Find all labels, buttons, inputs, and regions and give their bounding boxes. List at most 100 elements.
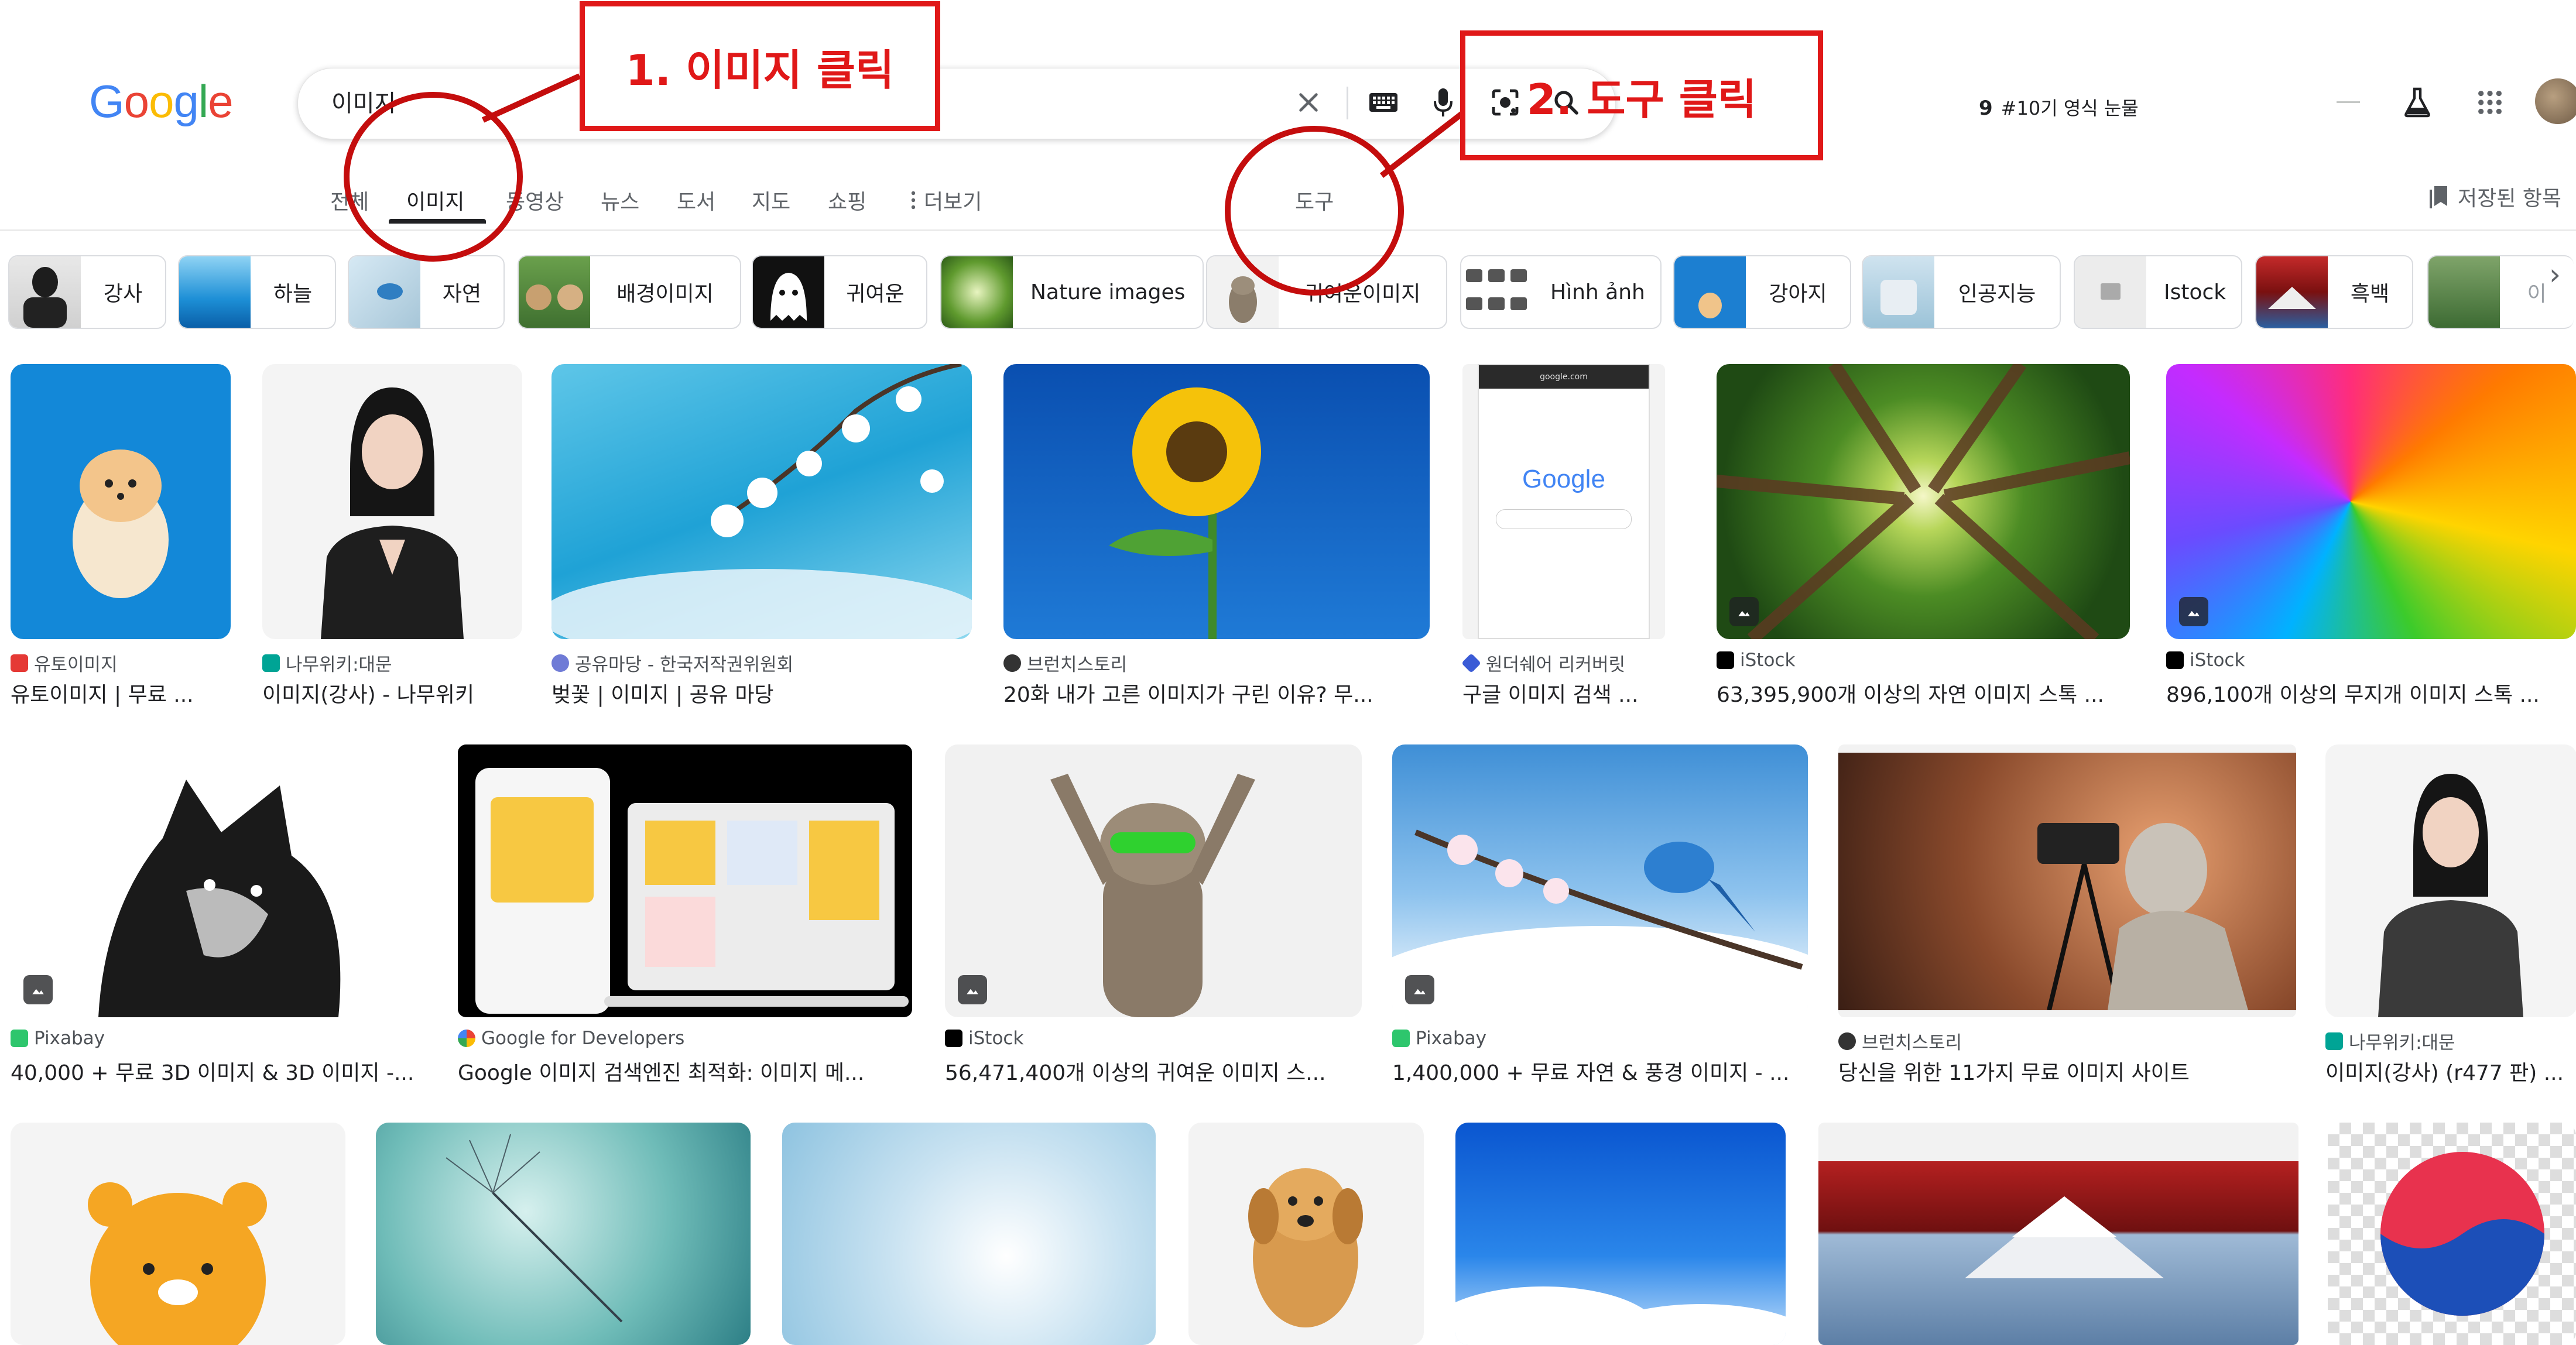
result-image[interactable]: [11, 744, 426, 1017]
result-image[interactable]: [1838, 744, 2296, 1017]
keyboard-icon[interactable]: [1357, 76, 1410, 129]
result-source[interactable]: 공유마당 - 한국저작권위원회: [551, 650, 793, 676]
chip-nature[interactable]: 자연: [348, 255, 505, 329]
result-image[interactable]: [1818, 1123, 2298, 1345]
result-title[interactable]: 구글 이미지 검색 ...: [1462, 678, 1665, 708]
google-logo[interactable]: Google: [89, 75, 234, 128]
tab-more[interactable]: 더보기: [911, 185, 982, 215]
source-favicon: [1392, 1030, 1410, 1047]
result-source[interactable]: 원더쉐어 리커버릿: [1461, 650, 1626, 676]
source-favicon: [1003, 654, 1021, 672]
image-badge-icon: [1405, 975, 1434, 1004]
tab-images[interactable]: 이미지: [406, 185, 464, 215]
result-image[interactable]: [458, 744, 912, 1017]
chip-thumb: [753, 256, 824, 328]
result-source[interactable]: iStock: [2166, 650, 2245, 671]
image-badge-icon: [1729, 597, 1759, 626]
result-source[interactable]: Pixabay: [1392, 1028, 1486, 1049]
close-icon[interactable]: [1282, 76, 1335, 129]
source-name: 유토이미지: [34, 654, 118, 675]
source-favicon: [2325, 1032, 2343, 1050]
chip-instructor[interactable]: 강사: [8, 255, 166, 329]
result-title[interactable]: 40,000 + 무료 3D 이미지 & 3D 이미지 -...: [11, 1056, 426, 1086]
apps-grid-icon[interactable]: [2469, 82, 2510, 123]
result-source[interactable]: 브런치스토리: [1838, 1028, 1962, 1054]
result-title[interactable]: 당신을 위한 11가지 무료 이미지 사이트: [1838, 1056, 2296, 1086]
result-source[interactable]: iStock: [945, 1028, 1023, 1049]
result-title[interactable]: 이미지(강사) (r477 판) ...: [2325, 1056, 2571, 1086]
result-image[interactable]: [2325, 744, 2576, 1017]
result-title[interactable]: 유토이미지 | 무료 ...: [11, 678, 231, 708]
result-source[interactable]: Google for Developers: [458, 1028, 684, 1049]
minimize-icon[interactable]: [2328, 82, 2369, 123]
result-image[interactable]: [551, 364, 972, 639]
tab-news[interactable]: 뉴스: [601, 185, 639, 215]
result-source[interactable]: 나무위키:대문: [262, 650, 392, 676]
tab-videos[interactable]: 동영상: [506, 185, 564, 215]
chevron-right-icon[interactable]: ›: [2549, 258, 2561, 291]
header-divider: [0, 229, 2576, 231]
annotation-step2-box: 2. 도구 클릭: [1460, 30, 1823, 160]
chip-label: 인공지능: [1958, 282, 2036, 306]
tools-button[interactable]: 도구: [1295, 185, 1334, 215]
result-source[interactable]: Pixabay: [11, 1028, 105, 1049]
chip-background[interactable]: 배경이미지: [518, 255, 741, 329]
tab-maps[interactable]: 지도: [752, 185, 790, 215]
result-image[interactable]: [1455, 1123, 1786, 1345]
result-image[interactable]: [2166, 364, 2576, 639]
source-favicon: [945, 1030, 962, 1047]
tab-books[interactable]: 도서: [677, 185, 715, 215]
result-image[interactable]: [1392, 744, 1808, 1017]
chip-label: Istock: [2164, 280, 2226, 304]
chip-cute-images[interactable]: 귀여운이미지: [1206, 255, 1447, 329]
result-image[interactable]: [262, 364, 522, 639]
result-image[interactable]: [2328, 1123, 2576, 1345]
result-title[interactable]: 20화 내가 고른 이미지가 구린 이유? 무...: [1003, 678, 1429, 708]
result-title[interactable]: 이미지(강사) - 나무위키: [262, 678, 520, 708]
chip-hinh-anh[interactable]: Hình ảnh: [1460, 255, 1662, 329]
result-title[interactable]: 1,400,000 + 무료 자연 & 풍경 이미지 - ...: [1392, 1056, 1808, 1086]
trending-promo[interactable]: 9 #10기 영식 눈물: [1979, 94, 2139, 121]
result-image[interactable]: [945, 744, 1362, 1017]
result-image[interactable]: [11, 1123, 345, 1345]
source-name: iStock: [968, 1028, 1024, 1049]
source-name: 브런치스토리: [1862, 1032, 1962, 1054]
source-favicon: [1461, 653, 1481, 673]
tab-shopping[interactable]: 쇼핑: [828, 185, 866, 215]
result-image[interactable]: [1003, 364, 1430, 639]
result-image[interactable]: google.com Google: [1462, 364, 1665, 639]
result-title[interactable]: 63,395,900개 이상의 자연 이미지 스톡 ...: [1717, 678, 2130, 708]
result-title[interactable]: 896,100개 이상의 무지개 이미지 스톡 ...: [2166, 678, 2571, 708]
result-title[interactable]: 56,471,400개 이상의 귀여운 이미지 스...: [945, 1056, 1362, 1086]
chip-puppy[interactable]: 강아지: [1673, 255, 1851, 329]
chip-sky[interactable]: 하늘: [178, 255, 336, 329]
source-name: 원더쉐어 리커버릿: [1486, 654, 1626, 675]
chip-label: 강사: [103, 282, 143, 306]
result-image[interactable]: [376, 1123, 751, 1345]
result-image[interactable]: [1717, 364, 2130, 639]
result-image[interactable]: [11, 364, 231, 639]
avatar[interactable]: [2535, 78, 2576, 124]
result-source[interactable]: 브런치스토리: [1003, 650, 1127, 676]
labs-flask-icon[interactable]: [2397, 82, 2438, 123]
chip-istock[interactable]: Istock: [2074, 255, 2242, 329]
chip-ai[interactable]: 인공지능: [1862, 255, 2061, 329]
image-badge-icon: [2179, 597, 2208, 626]
result-title[interactable]: Google 이미지 검색엔진 최적화: 이미지 메...: [458, 1056, 909, 1086]
chip-thumb: [349, 256, 420, 328]
result-source[interactable]: iStock: [1717, 650, 1795, 671]
source-name: 공유마당 - 한국저작권위원회: [575, 654, 794, 675]
chip-cute[interactable]: 귀여운: [752, 255, 927, 329]
result-source[interactable]: 나무위키:대문: [2325, 1028, 2455, 1054]
chip-black-white[interactable]: 흑백: [2255, 255, 2413, 329]
chip-nature-images[interactable]: Nature images: [940, 255, 1204, 329]
result-image[interactable]: [782, 1123, 1156, 1345]
result-image[interactable]: [1188, 1123, 1424, 1345]
result-title[interactable]: 벚꽃 | 이미지 | 공유 마당: [551, 678, 971, 708]
source-favicon: [11, 654, 28, 672]
saved-items-link[interactable]: 저장된 항목: [2430, 181, 2561, 212]
tab-all[interactable]: 전체: [330, 185, 369, 215]
chip-thumb: [1207, 256, 1279, 328]
result-source[interactable]: 유토이미지: [11, 650, 118, 676]
search-input[interactable]: 이미지: [331, 84, 396, 118]
